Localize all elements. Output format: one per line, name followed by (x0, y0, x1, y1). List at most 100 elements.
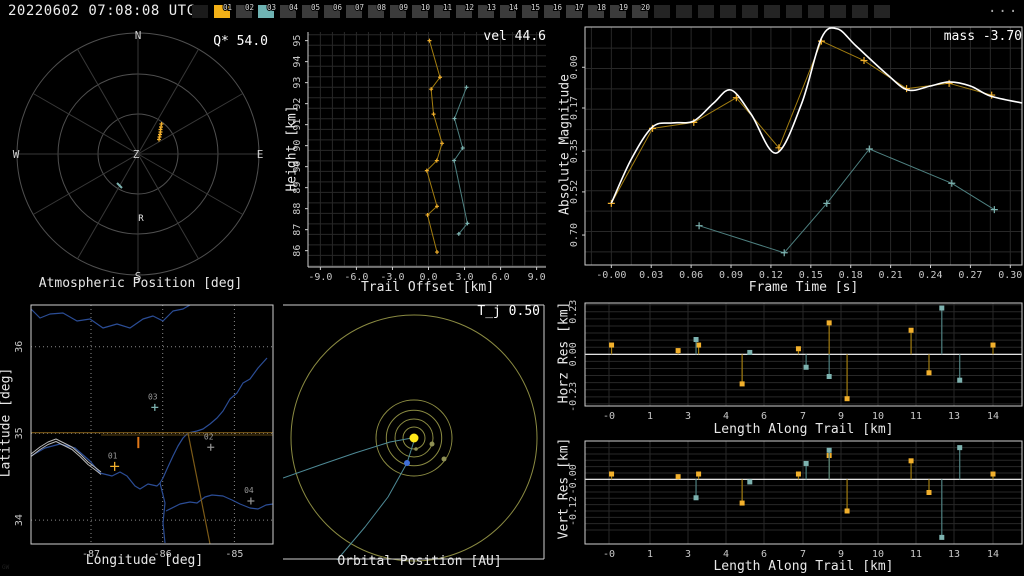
svg-text:04: 04 (244, 486, 254, 495)
overflow-menu[interactable]: ... (988, 0, 1019, 16)
frame-thumb-x30 (852, 5, 868, 18)
series-camera-2-lightcurve (695, 145, 998, 257)
frame-thumb-label: 16 (553, 3, 563, 12)
frame-thumb-label: 13 (487, 3, 496, 12)
svg-text:35: 35 (14, 427, 25, 439)
frame-thumb-x25 (742, 5, 758, 18)
topbar: 20220602 07:08:08 UTC 01 02 03 04 05 06 07 08 09… (0, 0, 1024, 22)
earth-dot (404, 460, 410, 466)
svg-text:3: 3 (685, 411, 691, 422)
svg-text:-0: -0 (603, 411, 615, 422)
trail-xlabel: Trail Offset [km] (360, 280, 495, 295)
frame-thumb-x31 (874, 5, 890, 18)
svg-text:03: 03 (148, 392, 158, 401)
mass-xlabel: Frame Time [s] (748, 280, 859, 295)
mass-ylabel: Absolute Magnitude (557, 74, 573, 215)
svg-text:95: 95 (292, 35, 303, 47)
frame-thumb-label: 07 (355, 3, 364, 12)
state-borders (31, 432, 273, 545)
atmospheric-title: Atmospheric Position [deg] (38, 276, 243, 291)
svg-text:7: 7 (800, 411, 806, 422)
white-fit-curve (610, 27, 1023, 204)
svg-text:E: E (257, 148, 264, 161)
svg-text:6: 6 (761, 411, 767, 422)
stems-camera-2-residuals (693, 305, 963, 383)
svg-text:4: 4 (723, 411, 729, 422)
svg-text:34: 34 (14, 514, 25, 526)
frame-thumb-x0 (192, 5, 208, 18)
station-markers: 01 02 03 04 (108, 392, 255, 505)
horz-xlabel: Length Along Trail [km] (713, 422, 894, 437)
tick-labels: -9.0 -6.0 -3.0 0.0 3.0 6.0 9.09594939291909089… (292, 35, 546, 283)
svg-text:R: R (138, 214, 144, 224)
frame-thumb-label: 17 (575, 3, 584, 12)
tick-labels: -0 1 3 4 6 7 9 10 11 13 14-0.00-0.12 (568, 464, 999, 560)
ground-map-chart: 01020304-87 -86 -85363534 (14, 304, 274, 560)
vert-ylabel: Vert Res [km] (556, 437, 572, 540)
mercury-dot (414, 447, 418, 451)
panel-ground-map: 01 02 03 04 -87 -86 -85 36 35 34 Longitude [deg] … (0, 296, 281, 576)
frame-thumb-label: 15 (531, 3, 540, 12)
frame-thumb-label: 04 (289, 3, 299, 12)
frame-thumb-x28 (808, 5, 824, 18)
tick-labels: -87 -86 -85363534 (14, 341, 243, 560)
grid (308, 32, 546, 267)
sun (409, 433, 419, 443)
svg-text:10: 10 (872, 411, 884, 422)
light-curve-chart: -0.00 0.03 0.06 0.09 0.12 0.15 0.18 0.21 0.24 0.2… (569, 26, 1023, 281)
orbit-title: Orbital Position [AU] (337, 554, 502, 569)
horz-residuals-chart: -0 1 3 4 6 7 9 10 11 13 140.230.00-0.23 (568, 300, 1023, 422)
frame-thumb-label: 19 (619, 3, 628, 12)
trail-ylabel: Height [km] (284, 105, 300, 192)
grid (585, 27, 1022, 265)
svg-text:87: 87 (292, 224, 303, 236)
panel-horz-residuals: -0 1 3 4 6 7 9 10 11 13 14 0.23 0.00 -0.23 Length Alo… (556, 296, 1024, 437)
panel-atmospheric-position: NSEWZR Q* 54.0 Atmospheric Position [deg… (0, 24, 281, 296)
frame-thumb-label: 12 (465, 3, 474, 12)
frame-thumb-x26 (764, 5, 780, 18)
frame-thumb-x29 (830, 5, 846, 18)
svg-text:94: 94 (292, 56, 303, 68)
svg-text:13: 13 (948, 411, 960, 422)
frame-thumb-label: 05 (311, 3, 320, 12)
svg-text:02: 02 (204, 432, 214, 441)
frame-thumbnail-strip[interactable]: 01 02 03 04 05 06 07 08 09 10 11 12 13 14 15 16 17 18 19 20 (188, 0, 908, 22)
svg-text:1: 1 (647, 411, 653, 422)
frame-thumb-label: 06 (333, 3, 343, 12)
map-frame (30, 304, 274, 545)
frame-thumb-label: 14 (509, 3, 519, 12)
svg-text:11: 11 (910, 411, 922, 422)
datetime-display: 20220602 07:08:08 UTC (8, 3, 196, 19)
velocity-label: vel 44.6 (483, 29, 546, 44)
map-ylabel: Latitude [deg] (0, 367, 14, 478)
frame-thumb-label: 08 (377, 3, 387, 12)
axes (307, 32, 546, 268)
frame-thumb-x23 (698, 5, 714, 18)
mass-label: mass -3.70 (943, 29, 1022, 44)
trail-offset-chart: -9.0 -6.0 -3.0 0.0 3.0 6.0 9.09594939291909089… (292, 32, 546, 283)
svg-text:36: 36 (14, 341, 25, 353)
svg-text:9: 9 (838, 411, 844, 422)
panel-vert-residuals: -0 1 3 4 6 7 9 10 11 13 14 -0.00 -0.12 Length Along … (556, 436, 1024, 576)
svg-text:93: 93 (292, 77, 303, 89)
map-xlabel: Longitude [deg] (85, 553, 204, 568)
series-camera-1 (424, 38, 445, 255)
vert-residuals-chart: -0 1 3 4 6 7 9 10 11 13 14-0.00-0.12 (568, 440, 1023, 560)
frame-thumb-x21 (654, 5, 670, 18)
panel-light-curve: -0.00 0.03 0.06 0.09 0.12 0.15 0.18 0.21 0.24 0.2… (556, 24, 1024, 296)
frame-thumb-x22 (676, 5, 692, 18)
rivers (30, 304, 274, 544)
mars-dot (441, 456, 447, 462)
grid (585, 441, 1022, 544)
panel-trail-offset: -9.0 -6.0 -3.0 0.0 3.0 6.0 9.0 95 94 93 92 91 90 90 89… (283, 24, 556, 296)
frame-thumb-x27 (786, 5, 802, 18)
frame-thumb-label: 20 (641, 3, 651, 12)
map-graticule (31, 305, 273, 544)
frame-thumb-label: 09 (399, 3, 408, 12)
svg-text:0.70: 0.70 (569, 223, 580, 247)
watermark: GW (2, 564, 10, 571)
frame-thumb-label: 03 (267, 3, 276, 12)
frame-thumb-x24 (720, 5, 736, 18)
yellow-sky-track (157, 122, 164, 142)
vert-xlabel: Length Along Trail [km] (713, 559, 894, 574)
